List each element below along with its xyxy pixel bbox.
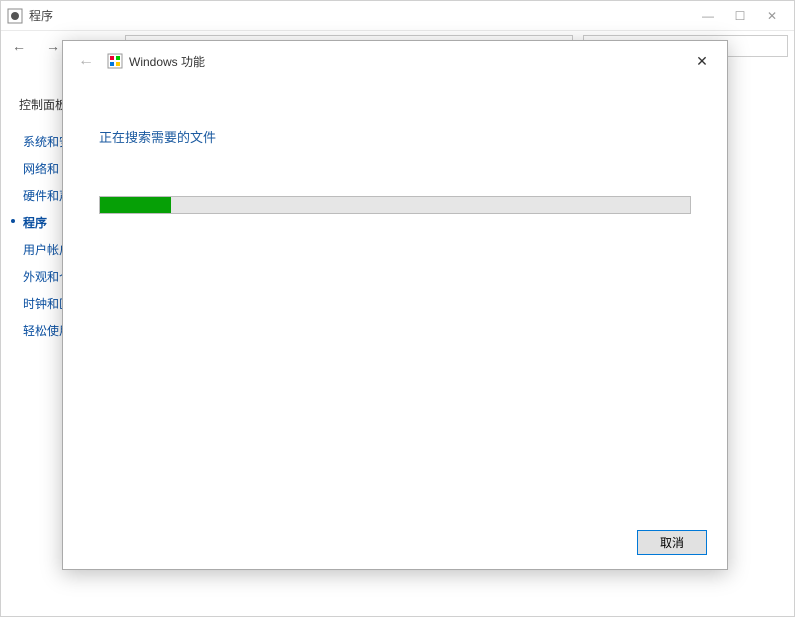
dialog-body: 正在搜索需要的文件: [63, 81, 727, 214]
cancel-button[interactable]: 取消: [637, 530, 707, 555]
titlebar[interactable]: 程序 — ☐ ✕: [1, 1, 794, 31]
dialog-title: Windows 功能: [129, 53, 205, 70]
window-title: 程序: [29, 7, 692, 24]
minimize-button[interactable]: —: [692, 1, 724, 31]
dialog-status-text: 正在搜索需要的文件: [99, 127, 691, 146]
dialog-back-button: ←: [73, 48, 99, 74]
windows-features-dialog: ← Windows 功能 ✕ 正在搜索需要的文件 取消: [62, 40, 728, 570]
maximize-button[interactable]: ☐: [724, 1, 756, 31]
nav-back-button[interactable]: ←: [7, 34, 31, 58]
dialog-close-button[interactable]: ✕: [687, 46, 717, 76]
window-controls: — ☐ ✕: [692, 1, 788, 31]
windows-features-icon: [107, 53, 123, 69]
close-button[interactable]: ✕: [756, 1, 788, 31]
progress-bar: [99, 196, 691, 214]
progress-bar-fill: [100, 197, 171, 213]
app-icon: [7, 8, 23, 24]
dialog-header: ← Windows 功能 ✕: [63, 41, 727, 81]
dialog-footer: 取消: [637, 530, 707, 555]
